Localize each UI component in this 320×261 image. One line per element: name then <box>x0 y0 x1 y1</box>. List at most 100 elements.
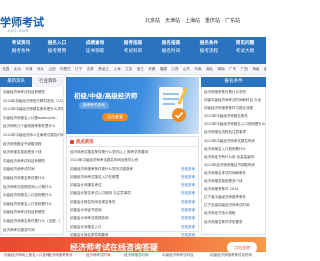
nav-item-conditions[interactable]: 报考条件 <box>4 49 38 55</box>
nav-item-subjects[interactable]: 考试科目 <box>116 49 150 55</box>
news-title[interactable]: 初级会计师证书查询 <box>70 206 174 214</box>
list-item[interactable]: 中级经济师报名条件是什么（全国...） <box>3 217 63 226</box>
list-item[interactable]: 经济师报名费用是多少钱 <box>204 177 265 185</box>
site-logo[interactable]: 学师考试 .xjcc.com <box>0 13 62 35</box>
nav-item-news[interactable]: 考试资讯 <box>4 41 38 47</box>
region-link[interactable]: 河北 <box>37 67 44 72</box>
region-link[interactable]: 辽宁 <box>75 67 82 72</box>
list-item[interactable]: 2024年中级经济师报名条件 <box>204 112 265 120</box>
promo-banner[interactable]: 初级/中级/高级经济师 报考条件查询 点击查看 <box>66 77 199 134</box>
nav-item-faq[interactable]: 常见问题 <box>228 41 262 47</box>
nav-item-register-conditions[interactable]: 报名条件 <box>192 41 226 47</box>
region-link[interactable]: 全国 <box>2 67 9 72</box>
nav-item-scores[interactable]: 成绩查询 <box>78 41 112 47</box>
list-item[interactable]: 初级经济师报名条件是什么 <box>3 174 63 183</box>
consult-link[interactable]: 在线咨询 <box>181 198 195 206</box>
footer-link[interactable]: 初级经济师报考条件及时间 <box>210 253 252 258</box>
tab-industry-docs[interactable]: 行业资料 <box>32 77 64 87</box>
region-link[interactable]: 上海 <box>113 67 120 72</box>
news-title[interactable]: 初级经济师报考条件是什么学历才能报考 <box>70 165 174 173</box>
nav-item-certificate[interactable]: 证书领取 <box>78 49 112 55</box>
footer-link[interactable]: 中级经济师考试科目 <box>162 253 194 258</box>
footer-link[interactable]: 经济师考试时间 <box>86 253 111 258</box>
list-item[interactable]: 初级经济师报名入口官网是什么 <box>3 200 63 209</box>
list-item[interactable]: 经济师考试成绩查询入口是什么 <box>3 183 63 192</box>
region-link[interactable]: 天津 <box>25 67 32 72</box>
nav-item-register-time[interactable]: 报名时间 <box>154 49 188 55</box>
nav-item-register[interactable]: 报名入口 <box>40 41 74 47</box>
footer-link[interactable]: 经济师报考条件 <box>48 253 73 258</box>
news-title[interactable]: 初级会计报名时间及报名条件 <box>70 198 174 206</box>
region-link[interactable]: 重庆 <box>264 67 266 72</box>
consult-link[interactable]: 在线咨询 <box>181 165 195 173</box>
region-link[interactable]: 山东 <box>183 67 190 72</box>
list-item[interactable]: 经济师报名条件学历要求 <box>204 218 265 226</box>
region-link[interactable]: 湖南 <box>218 67 225 72</box>
news-title[interactable]: 2024年中级经济师考试报名时间及条件公布 <box>70 156 174 164</box>
region-link[interactable]: 黑龙江 <box>98 67 109 72</box>
region-link[interactable]: 福建 <box>160 67 167 72</box>
list-item[interactable]: 2024年初级经济师官方教材发布（2024... <box>3 97 63 106</box>
news-title[interactable]: 初级会计师考试成绩查询 <box>70 214 174 222</box>
list-item[interactable]: 辽宁全省初级经济师考试时间 <box>204 201 265 209</box>
list-item[interactable]: 中级经济师报名入口是www.cpta... <box>3 114 63 123</box>
list-item[interactable]: 经济师报名流程及注意事项 <box>204 128 265 136</box>
consult-link[interactable]: 在线咨询 <box>181 214 195 222</box>
consult-link[interactable]: 在线咨询 <box>181 206 195 214</box>
region-link[interactable]: 安徽 <box>148 67 155 72</box>
city-link-tianjin[interactable]: 天津站 <box>165 17 180 24</box>
city-link-shanghai[interactable]: 上海站 <box>185 17 200 24</box>
list-item[interactable]: 经济师有几个级别报考条件是什么 <box>3 122 63 131</box>
footer-link[interactable]: 经济师报名时间 <box>124 253 149 258</box>
region-link[interactable]: 江西 <box>171 67 178 72</box>
region-link[interactable]: 广西 <box>241 67 248 72</box>
tab-latest-news[interactable]: 最新资讯 <box>0 77 32 87</box>
consult-link[interactable]: 在线咨询 <box>181 189 195 197</box>
news-title[interactable]: 经济师考试报名条件是什么学历以上 报考学历要求 <box>70 148 174 156</box>
list-item[interactable]: 2024年中级经济师考试报名时间 <box>204 137 265 145</box>
list-item[interactable]: 初级经济师考试时间 <box>3 165 63 174</box>
region-link[interactable]: 北京 <box>14 67 21 72</box>
list-item[interactable]: 2024年经济师资格证书领取时间 <box>204 161 265 169</box>
news-title[interactable]: 初级经济师考试报名入口在哪里 <box>70 173 174 181</box>
list-item[interactable]: 中级经济师报名入口官网是什么 <box>3 191 63 200</box>
region-link[interactable]: 河南 <box>194 67 201 72</box>
list-item[interactable]: 2024年中级经济师人社局考试报名时间... <box>3 131 63 140</box>
region-link[interactable]: 山西 <box>48 67 55 72</box>
list-item[interactable]: 经济师报名入口官网是什么 <box>204 145 265 153</box>
region-link[interactable]: 海南 <box>252 67 259 72</box>
nav-item-process[interactable]: 报考流程 <box>192 49 226 55</box>
news-title[interactable]: 初级会计师报名考试 <box>70 181 174 189</box>
news-title[interactable]: 初级会计报名考试入口官网 与注意事项 <box>70 189 174 197</box>
list-item[interactable]: 经济师报考条件是什么学历 <box>204 88 265 96</box>
region-link[interactable]: 江苏 <box>125 67 132 72</box>
list-item[interactable]: 2024年中级经济师报名入口官网是什么 <box>204 120 265 128</box>
list-item[interactable]: 辽宁省中级经济师报考条件 <box>204 193 265 201</box>
city-link-chongqing[interactable]: 重庆站 <box>205 17 220 24</box>
region-link[interactable]: 广东 <box>229 67 236 72</box>
footer-link[interactable]: 初级经济师网上报名入口官网 <box>4 253 50 258</box>
list-item[interactable]: 经济师资格证书领取流程 <box>3 140 63 149</box>
region-link[interactable]: 浙江 <box>137 67 144 72</box>
list-item[interactable]: 2024年中级经济师报名条件是什么学历... <box>3 105 63 114</box>
list-item[interactable]: 经济师报名费用是多少钱 <box>3 148 63 157</box>
consult-link[interactable]: 在线咨询 <box>181 223 195 231</box>
list-item[interactable]: 经济师报考条件 2024 <box>204 185 265 193</box>
region-link[interactable]: 湖北 <box>206 67 213 72</box>
list-item[interactable]: 经济师证书有什么用 含金量高吗 <box>204 153 265 161</box>
city-link-guangdong[interactable]: 广东站 <box>225 17 240 24</box>
news-title[interactable]: 初级会计师报名入口 <box>70 223 174 231</box>
city-link-beijing[interactable]: 北京站 <box>145 17 160 24</box>
banner-view-button[interactable]: 点击查看 <box>102 113 128 121</box>
nav-item-fees[interactable]: 报考费用 <box>40 49 74 55</box>
list-item[interactable]: 经济师证书怎么领取 <box>204 209 265 217</box>
list-item[interactable]: 经济师考试报名时间 <box>3 226 63 235</box>
consult-link[interactable]: 在线咨询 <box>181 181 195 189</box>
list-item[interactable]: 中级经济师考试科目有哪些 <box>3 157 63 166</box>
nav-item-register-guide[interactable]: 报名指南 <box>154 41 188 47</box>
list-item[interactable]: 初级经济师报考条件与报名流程 <box>204 104 265 112</box>
nav-item-syllabus[interactable]: 考试大纲 <box>228 49 262 55</box>
region-link[interactable]: 内蒙古 <box>60 67 71 72</box>
consult-link[interactable]: 在线咨询 <box>181 173 195 181</box>
nav-item-guide[interactable]: 报考指南 <box>116 41 150 47</box>
